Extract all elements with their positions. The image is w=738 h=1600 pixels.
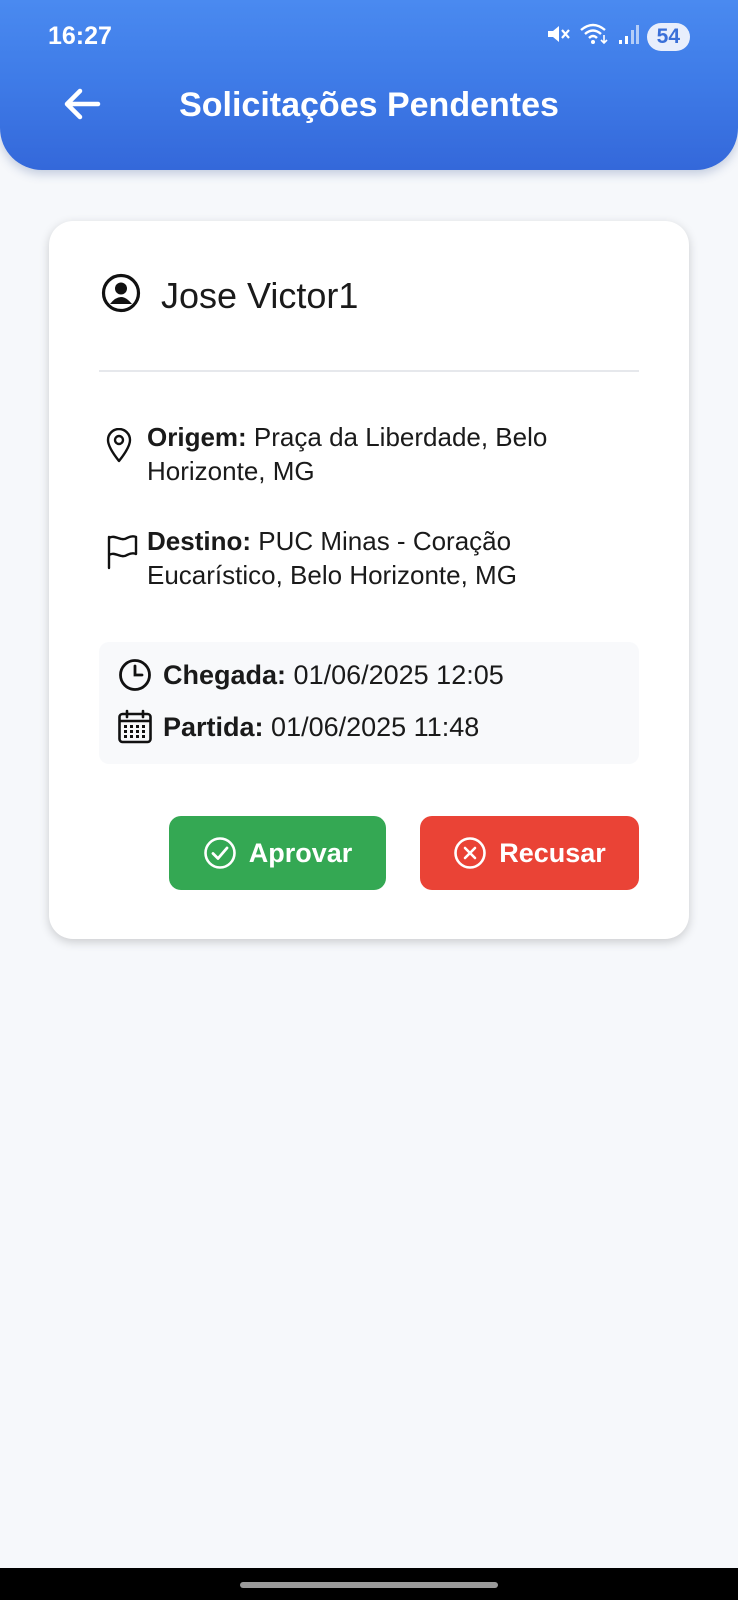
approve-label: Aprovar bbox=[248, 837, 353, 868]
signal-icon bbox=[617, 22, 639, 51]
user-circle-icon bbox=[101, 273, 141, 318]
departure-label: Partida: bbox=[163, 711, 264, 742]
schedule-box: Chegada: 01/06/2025 12:05 Partida: 01/06… bbox=[99, 642, 639, 764]
status-icons: 54 bbox=[545, 22, 690, 51]
page-title: Solicitações Pendentes bbox=[179, 86, 559, 124]
departure-value: 01/06/2025 11:48 bbox=[271, 711, 480, 742]
mute-icon bbox=[545, 22, 571, 51]
flag-icon bbox=[105, 532, 138, 575]
reject-button[interactable]: Recusar bbox=[420, 816, 639, 890]
arrival-value: 01/06/2025 12:05 bbox=[293, 659, 504, 690]
reject-label: Recusar bbox=[499, 837, 606, 868]
clock-icon bbox=[117, 658, 153, 692]
home-indicator[interactable] bbox=[240, 1582, 498, 1588]
approve-button[interactable]: Aprovar bbox=[169, 816, 386, 890]
wifi-icon bbox=[579, 22, 609, 51]
x-circle-icon bbox=[453, 836, 487, 870]
status-time: 16:27 bbox=[48, 22, 112, 50]
calendar-icon bbox=[117, 709, 153, 745]
origin-text: Origem: Praça da Liberdade, Belo Horizon… bbox=[147, 420, 595, 488]
check-circle-icon bbox=[203, 836, 237, 870]
app-bar: 16:27 54 Solicitações Pendentes bbox=[0, 0, 738, 170]
arrival-row: Chegada: 01/06/2025 12:05 bbox=[117, 658, 504, 692]
arrival-label: Chegada: bbox=[163, 659, 287, 690]
destination-row: Destino: PUC Minas - Coração Eucarístico… bbox=[105, 524, 595, 592]
user-name: Jose Victor1 bbox=[161, 274, 359, 316]
divider bbox=[99, 370, 639, 372]
departure-text: Partida: 01/06/2025 11:48 bbox=[163, 712, 479, 743]
request-card: Jose Victor1 Origem: Praça da Liberdade,… bbox=[49, 221, 689, 939]
destination-label: Destino: bbox=[147, 526, 251, 556]
arrival-text: Chegada: 01/06/2025 12:05 bbox=[163, 660, 504, 691]
location-pin-icon bbox=[105, 427, 135, 469]
destination-text: Destino: PUC Minas - Coração Eucarístico… bbox=[147, 524, 595, 592]
origin-row: Origem: Praça da Liberdade, Belo Horizon… bbox=[105, 420, 595, 488]
user-row: Jose Victor1 bbox=[101, 273, 358, 318]
screen: 16:27 54 Solicitações Pendentes Jose Vic… bbox=[0, 0, 738, 1600]
system-nav-bar bbox=[0, 1568, 738, 1600]
battery-icon: 54 bbox=[646, 22, 690, 51]
departure-row: Partida: 01/06/2025 11:48 bbox=[117, 709, 479, 745]
origin-label: Origem: bbox=[147, 422, 247, 452]
